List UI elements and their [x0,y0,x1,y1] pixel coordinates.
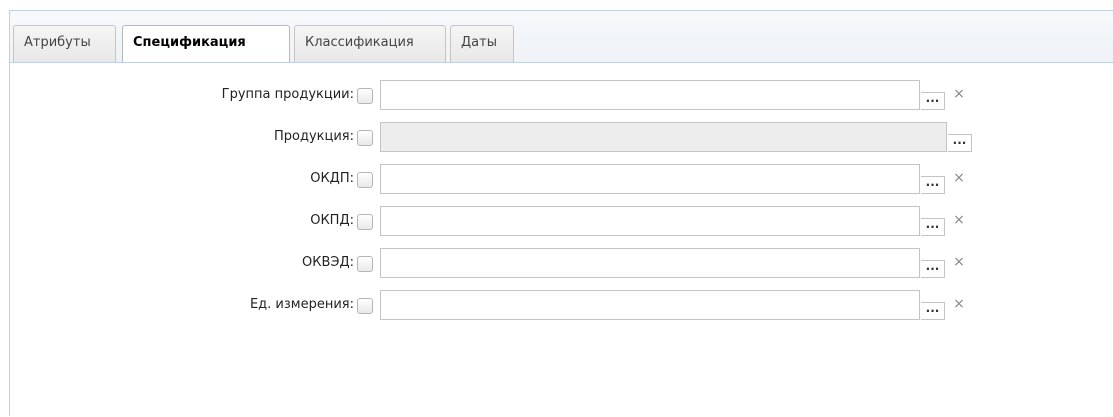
ellipsis-icon[interactable]: ... [921,218,945,236]
form-row-product: Продукция: ... [10,121,1010,153]
okpd-label: ОКПД: [310,213,354,228]
okpd-input[interactable] [380,206,920,236]
unit-checkbox[interactable] [357,298,373,314]
okved-label: ОКВЭД: [302,255,354,270]
form-row-okpd: ОКПД: ... × [10,205,1010,237]
product-group-input[interactable] [380,80,920,110]
unit-input[interactable] [380,290,920,320]
clear-x-icon[interactable]: × [947,248,971,278]
product-input [380,122,947,152]
tab-panel: Атрибуты Спецификация Классификация Даты… [9,10,1113,417]
tab-dates[interactable]: Даты [450,25,514,62]
clear-x-icon[interactable]: × [947,290,971,320]
product-group-label: Группа продукции: [221,87,354,102]
form-row-okdp: ОКДП: ... × [10,163,1010,195]
okdp-checkbox[interactable] [357,172,373,188]
tab-bar: Атрибуты Спецификация Классификация Даты [10,11,1113,63]
clear-x-icon[interactable]: × [947,80,971,110]
ellipsis-icon[interactable]: ... [921,302,945,320]
clear-x-icon[interactable]: × [947,164,971,194]
ellipsis-icon[interactable]: ... [921,176,945,194]
okved-input[interactable] [380,248,920,278]
ellipsis-icon[interactable]: ... [948,134,972,152]
okpd-checkbox[interactable] [357,214,373,230]
okdp-label: ОКДП: [310,171,354,186]
tab-specification[interactable]: Спецификация [122,25,290,63]
ellipsis-icon[interactable]: ... [921,92,945,110]
ellipsis-icon[interactable]: ... [921,260,945,278]
tab-classification[interactable]: Классификация [294,25,446,62]
form-row-okved: ОКВЭД: ... × [10,247,1010,279]
form-row-product-group: Группа продукции: ... × [10,79,1010,111]
product-group-checkbox[interactable] [357,88,373,104]
product-checkbox[interactable] [357,130,373,146]
form-row-unit: Ед. измерения: ... × [10,289,1010,321]
okdp-input[interactable] [380,164,920,194]
product-label: Продукция: [273,129,354,144]
okved-checkbox[interactable] [357,256,373,272]
unit-label: Ед. измерения: [249,297,354,312]
specification-form: Группа продукции: ... × Продукция: ... О… [10,63,1113,417]
tab-attributes[interactable]: Атрибуты [13,25,116,62]
clear-x-icon[interactable]: × [947,206,971,236]
